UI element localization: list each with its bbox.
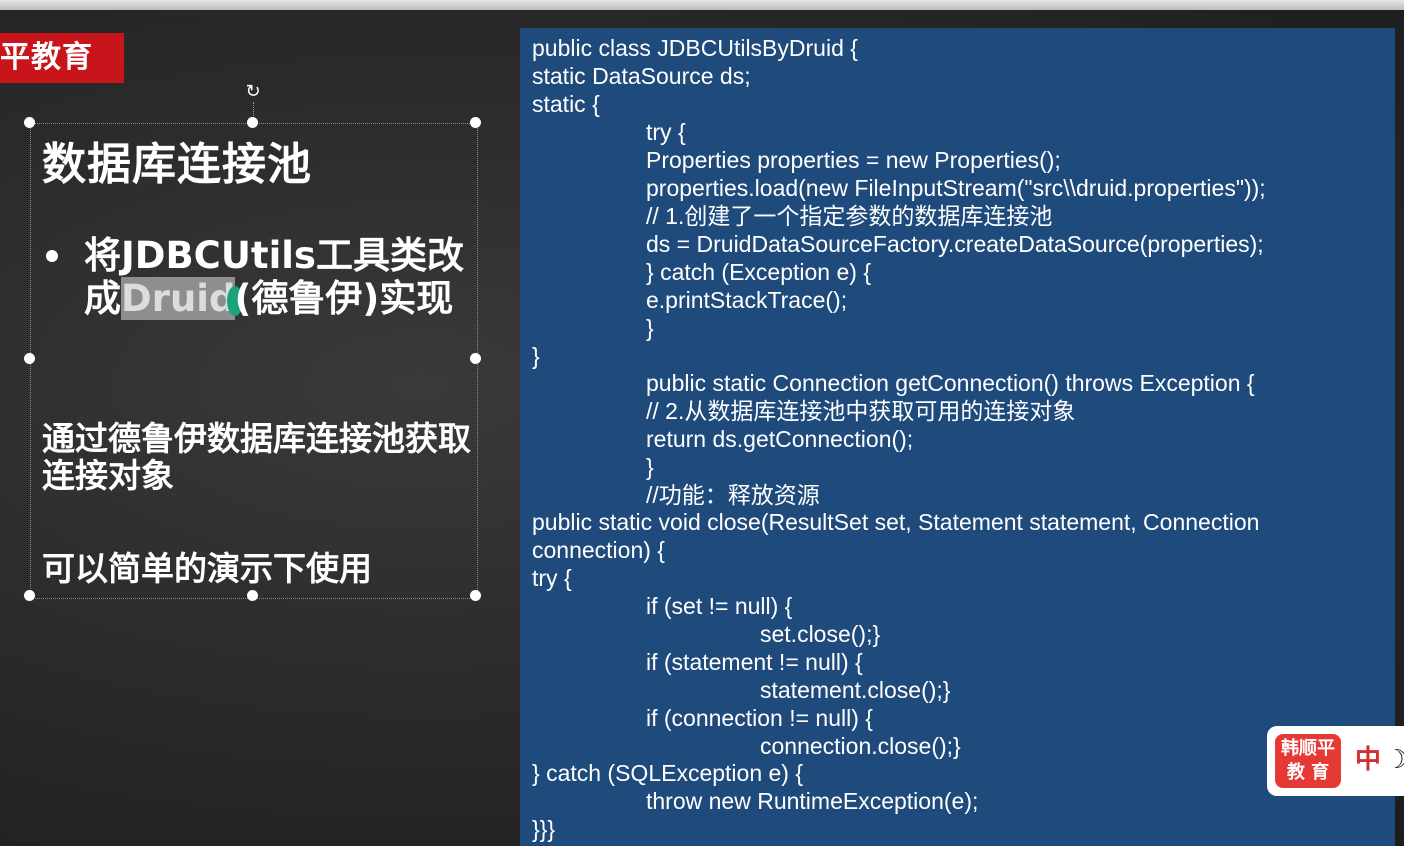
code-line: try { — [532, 565, 572, 591]
resize-handle-left[interactable] — [24, 353, 35, 364]
code-line: Properties properties = new Properties()… — [646, 147, 1061, 173]
code-line: static DataSource ds; — [532, 63, 751, 89]
code-line: public static Connection getConnection()… — [646, 370, 1255, 396]
code-line: set.close();} — [760, 621, 881, 647]
resize-handle-right[interactable] — [470, 353, 481, 364]
code-line: } — [532, 343, 540, 369]
code-line: return ds.getConnection(); — [646, 426, 914, 452]
presentation-slide: 平教育 ↻ 数据库连接池 将JDBCUtils工具类改成Druid(德鲁伊)实现… — [0, 10, 1404, 846]
code-line: connection.close();} — [760, 733, 961, 759]
code-line: } catch (SQLException e) { — [532, 760, 804, 786]
code-line: e.printStackTrace(); — [646, 287, 848, 313]
resize-handle-top-left[interactable] — [24, 117, 35, 128]
resize-handle-top[interactable] — [247, 117, 258, 128]
code-line: try { — [646, 119, 686, 145]
code-line: ds = DruidDataSourceFactory.createDataSo… — [646, 231, 1264, 257]
bullet-text[interactable]: 将JDBCUtils工具类改成Druid(德鲁伊)实现 — [84, 234, 474, 320]
ime-logo-card[interactable]: 韩顺平 教 育 中 ☽ — [1267, 726, 1404, 796]
resize-handle-top-right[interactable] — [470, 117, 481, 128]
ime-language-indicator[interactable]: 中 — [1355, 742, 1381, 778]
code-line: // 2.从数据库连接池中获取可用的连接对象 — [646, 398, 1076, 424]
code-line: throw new RuntimeException(e); — [646, 788, 979, 814]
slide-title[interactable]: 数据库连接池 — [42, 128, 312, 192]
code-line: connection) { — [532, 537, 665, 563]
code-line: // 1.创建了一个指定参数的数据库连接池 — [646, 203, 1053, 229]
bullet-dot — [46, 250, 58, 262]
bullet-text-after: (德鲁伊)实现 — [234, 277, 454, 320]
paragraph-connection[interactable]: 通过德鲁伊数据库连接池获取连接对象 — [42, 420, 472, 494]
moon-icon[interactable]: ☽ — [1385, 742, 1404, 778]
brand-logo: 韩顺平 教 育 — [1275, 734, 1341, 788]
rotate-handle-icon[interactable]: ↻ — [243, 82, 263, 102]
code-panel: public class JDBCUtilsByDruid { static D… — [520, 28, 1395, 846]
resize-handle-bottom-right[interactable] — [470, 590, 481, 601]
code-line: } catch (Exception e) { — [646, 259, 872, 285]
resize-handle-bottom-left[interactable] — [24, 590, 35, 601]
code-line: //功能：释放资源 — [646, 482, 820, 508]
code-line: properties.load(new FileInputStream("src… — [646, 175, 1266, 201]
code-line: if (set != null) { — [646, 593, 793, 619]
brand-logo-line2: 教 育 — [1286, 762, 1330, 783]
resize-handle-bottom[interactable] — [247, 590, 258, 601]
code-line: }}} — [532, 816, 556, 842]
code-line: public class JDBCUtilsByDruid { — [532, 35, 858, 61]
selected-textbox[interactable] — [30, 123, 478, 599]
code-line: } — [646, 454, 654, 480]
window-top-strip — [0, 0, 1404, 10]
code-line: if (statement != null) { — [646, 649, 863, 675]
brand-tag: 平教育 — [0, 33, 124, 83]
selected-text[interactable]: Druid — [121, 277, 236, 320]
code-line: statement.close();} — [760, 677, 951, 703]
code-line: } — [646, 315, 654, 341]
brand-logo-line1: 韩顺平 — [1281, 738, 1335, 759]
paragraph-demo[interactable]: 可以简单的演示下使用 — [42, 550, 472, 587]
code-line: static { — [532, 91, 600, 117]
code-line: public static void close(ResultSet set, … — [532, 509, 1260, 535]
code-line: if (connection != null) { — [646, 705, 873, 731]
